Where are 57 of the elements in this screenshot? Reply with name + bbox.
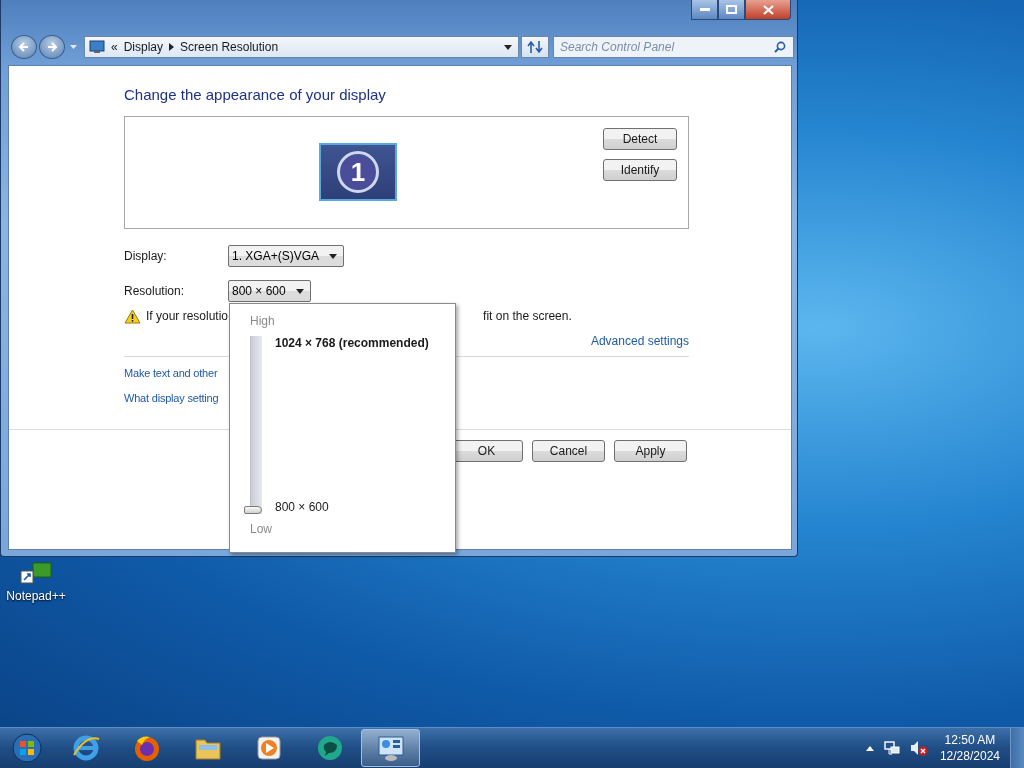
preview-button[interactable]: Detect	[603, 128, 677, 150]
breadcrumb[interactable]: Screen Resolution	[180, 40, 279, 54]
breadcrumb-arrow-icon[interactable]	[169, 43, 175, 51]
dialog-button[interactable]: Apply	[614, 440, 687, 462]
back-button[interactable]	[11, 35, 37, 59]
page-heading: Change the appearance of your display	[124, 86, 387, 105]
warning-icon	[124, 308, 141, 324]
help-link[interactable]: What display setting	[124, 392, 219, 407]
slider-track[interactable]	[244, 336, 262, 514]
resolution-option[interactable]: 800 × 600	[275, 500, 429, 514]
desktop-icon-label[interactable]: Notepad++	[6, 589, 66, 603]
field-label: Resolution:	[124, 284, 186, 298]
caret-icon[interactable]	[504, 44, 512, 50]
dropdown[interactable]: 800 × 600	[228, 280, 311, 302]
field-label: Display:	[124, 249, 168, 263]
warning-text: If your resolutio	[146, 309, 229, 323]
maximize-icon	[726, 5, 737, 14]
muted-speaker-icon[interactable]	[909, 740, 928, 756]
minimize-icon	[699, 7, 710, 12]
help-link[interactable]: Make text and other	[124, 367, 218, 382]
maximize-button[interactable]	[718, 0, 745, 20]
search-field[interactable]: Search Control Panel	[553, 36, 794, 58]
slider-thumb[interactable]	[244, 506, 262, 514]
minimize-button[interactable]	[691, 0, 718, 20]
resolution-option[interactable]: 1024 × 768 (recommended)	[275, 336, 429, 350]
caret-icon	[329, 253, 338, 259]
warning-text: fit on the screen.	[483, 309, 572, 323]
caret-icon	[295, 288, 304, 294]
clock-date: 12/28/2024	[939, 748, 1000, 764]
taskbar-app-button[interactable]	[361, 729, 420, 767]
network-icon[interactable]	[883, 740, 900, 756]
forward-arrow-icon	[46, 41, 58, 53]
search-icon[interactable]	[774, 41, 786, 53]
clock[interactable]: 12:50 AM 12/28/2024	[939, 732, 1000, 764]
forward-button[interactable]	[39, 35, 65, 59]
letter-e-icon	[70, 733, 101, 763]
address-bar[interactable]: « Display Screen Resolution	[84, 36, 519, 58]
close-icon	[762, 4, 774, 15]
show-hidden-icons-arrow[interactable]	[865, 745, 874, 751]
low-label: Low	[250, 522, 273, 536]
high-label: High	[250, 314, 276, 328]
control-panel-icon	[375, 733, 406, 763]
overflow-chevron[interactable]: «	[111, 40, 118, 54]
preview-button[interactable]: Identify	[603, 159, 677, 181]
monitor-thumbnail[interactable]: 1	[319, 143, 397, 201]
back-arrow-icon	[18, 41, 30, 53]
breadcrumb[interactable]: Display	[123, 40, 164, 54]
close-button[interactable]	[745, 0, 791, 20]
dropdown[interactable]: 1. XGA+(S)VGA	[228, 245, 345, 267]
dialog-button[interactable]: Cancel	[532, 440, 605, 462]
up-down-arrows-icon	[527, 40, 543, 54]
advanced-settings-link[interactable]: Advanced settings	[590, 334, 689, 348]
monitor-icon	[89, 40, 105, 54]
clock-time: 12:50 AM	[944, 732, 996, 748]
refresh-button[interactable]	[521, 36, 549, 58]
shortcut-icon[interactable]	[19, 561, 53, 585]
monitor-number: 1	[350, 159, 366, 185]
